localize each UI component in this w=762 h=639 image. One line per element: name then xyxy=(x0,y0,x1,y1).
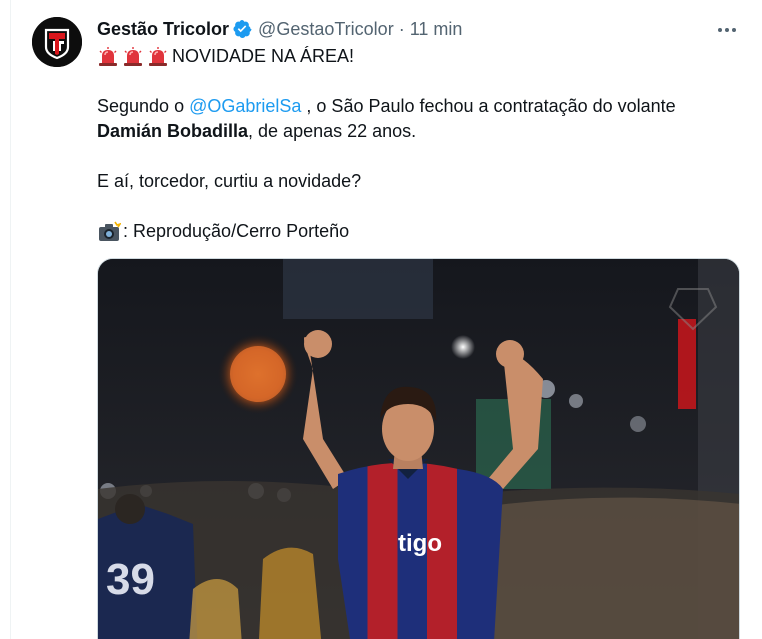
tweet-header: Gestão Tricolor @GestaoTricolor · 11 min xyxy=(97,17,462,41)
text-segment: Segundo o xyxy=(97,96,190,116)
more-options-icon[interactable] xyxy=(712,18,742,42)
credit-text: : Reprodução/Cerro Porteño xyxy=(123,221,350,241)
dot-icon xyxy=(725,28,729,32)
dot-icon xyxy=(718,28,722,32)
tweet-photo[interactable]: 39 tigo xyxy=(97,258,740,639)
timestamp[interactable]: 11 min xyxy=(410,19,463,40)
mention-link[interactable]: @OGabrielSa xyxy=(189,94,301,119)
back-number: 39 xyxy=(106,555,155,604)
paragraph-line-1: Segundo o @OGabrielSa , o São Paulo fech… xyxy=(97,94,737,119)
tweet-text: NOVIDADE NA ÁREA! Segundo o @OGabrielSa … xyxy=(97,44,737,244)
question-line: E aí, torcedor, curtiu a novidade? xyxy=(97,169,737,194)
paragraph-line-2: Damián Bobadilla , de apenas 22 anos. xyxy=(97,119,737,144)
player-celebration-photo: 39 tigo xyxy=(98,259,739,639)
question-text: E aí, torcedor, curtiu a novidade? xyxy=(97,171,362,191)
text-segment: , o São Paulo fechou a contratação do vo… xyxy=(301,96,676,116)
display-name[interactable]: Gestão Tricolor xyxy=(97,19,229,40)
user-handle[interactable]: @GestaoTricolor xyxy=(258,19,394,40)
separator-dot: · xyxy=(398,18,405,39)
headline-text: NOVIDADE NA ÁREA! xyxy=(172,46,355,66)
gestao-tricolor-logo-icon xyxy=(32,17,82,67)
siren-icon xyxy=(147,46,169,68)
siren-icon xyxy=(97,46,119,68)
camera-flash-icon xyxy=(97,221,121,243)
siren-icon xyxy=(122,46,144,68)
text-segment: , de apenas 22 anos. xyxy=(248,121,417,141)
jersey-sponsor-text: tigo xyxy=(398,530,442,557)
verified-badge-icon xyxy=(232,19,252,39)
dot-icon xyxy=(732,28,736,32)
player-name: Damián Bobadilla xyxy=(97,121,249,141)
credit-line: : Reprodução/Cerro Porteño xyxy=(97,219,737,244)
headline-line: NOVIDADE NA ÁREA! xyxy=(97,44,737,69)
avatar[interactable] xyxy=(32,17,82,67)
